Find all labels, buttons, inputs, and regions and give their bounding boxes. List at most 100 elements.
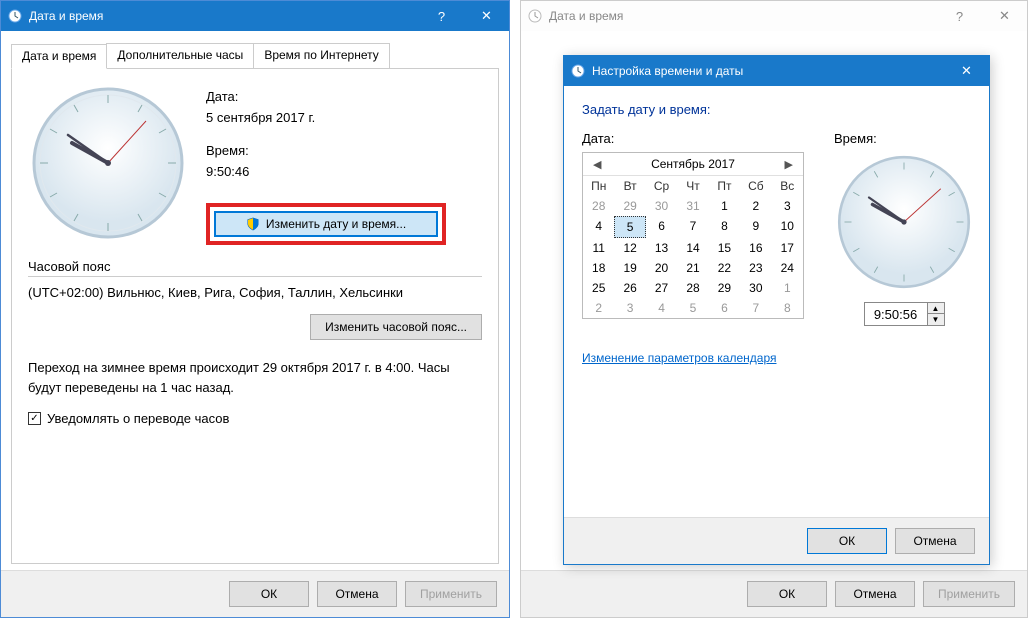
checkbox-icon[interactable]: ✓	[28, 412, 41, 425]
notify-checkbox-label: Уведомлять о переводе часов	[47, 411, 229, 426]
close-button[interactable]: ✕	[944, 56, 989, 86]
calendar-day[interactable]: 1	[709, 196, 740, 216]
change-timezone-button[interactable]: Изменить часовой пояс...	[310, 314, 482, 340]
calendar-day[interactable]: 25	[583, 278, 614, 298]
calendar-day[interactable]: 27	[646, 278, 677, 298]
spin-up-button[interactable]: ▲	[928, 303, 944, 314]
calendar-dow: Вт	[614, 176, 645, 196]
calendar-day[interactable]: 3	[772, 196, 803, 216]
calendar-day[interactable]: 15	[709, 238, 740, 258]
next-month-button[interactable]: ▶	[781, 158, 797, 171]
help-button[interactable]: ?	[937, 1, 982, 31]
cancel-button[interactable]: Отмена	[317, 581, 397, 607]
calendar-day[interactable]: 7	[740, 298, 771, 318]
time-column-label: Время:	[834, 131, 877, 146]
calendar-day[interactable]: 18	[583, 258, 614, 278]
dialog-titlebar[interactable]: Настройка времени и даты ✕	[564, 56, 989, 86]
calendar-day[interactable]: 6	[709, 298, 740, 318]
calendar-day[interactable]: 30	[740, 278, 771, 298]
close-button[interactable]: ✕	[982, 1, 1027, 31]
spin-down-button[interactable]: ▼	[928, 314, 944, 325]
calendar-day[interactable]: 9	[740, 216, 771, 238]
calendar-day[interactable]: 26	[614, 278, 645, 298]
datetime-settings-dialog: Настройка времени и даты ✕ Задать дату и…	[563, 55, 990, 565]
dialog-title: Настройка времени и даты	[592, 64, 944, 78]
tab-datetime[interactable]: Дата и время	[11, 44, 107, 69]
datetime-icon	[527, 8, 543, 24]
calendar-day[interactable]: 30	[646, 196, 677, 216]
tab-additional-clocks[interactable]: Дополнительные часы	[106, 43, 254, 68]
calendar-day[interactable]: 23	[740, 258, 771, 278]
time-label: Время:	[206, 143, 446, 158]
date-column-label: Дата:	[582, 131, 804, 146]
calendar-day[interactable]: 6	[646, 216, 677, 238]
cancel-button[interactable]: Отмена	[895, 528, 975, 554]
calendar-day[interactable]: 19	[614, 258, 645, 278]
timezone-section-label: Часовой пояс	[28, 259, 482, 277]
calendar-day[interactable]: 28	[583, 196, 614, 216]
cancel-button[interactable]: Отмена	[835, 581, 915, 607]
window-title: Дата и время	[29, 9, 419, 23]
calendar-day[interactable]: 24	[772, 258, 803, 278]
calendar-day[interactable]: 14	[677, 238, 708, 258]
calendar-dow: Сб	[740, 176, 771, 196]
calendar-day[interactable]: 13	[646, 238, 677, 258]
change-datetime-label: Изменить дату и время...	[266, 217, 406, 231]
calendar-day[interactable]: 29	[614, 196, 645, 216]
calendar-day[interactable]: 21	[677, 258, 708, 278]
dst-message: Переход на зимнее время происходит 29 ок…	[28, 358, 482, 397]
calendar-day[interactable]: 3	[614, 298, 645, 318]
client-area: Дата и время Дополнительные часы Время п…	[1, 31, 509, 570]
ok-button[interactable]: ОК	[807, 528, 887, 554]
titlebar[interactable]: Дата и время ? ✕	[1, 1, 509, 31]
ok-button[interactable]: ОК	[747, 581, 827, 607]
calendar-settings-link[interactable]: Изменение параметров календаря	[582, 351, 777, 365]
calendar-day[interactable]: 8	[709, 216, 740, 238]
calendar-day[interactable]: 11	[583, 238, 614, 258]
calendar-day[interactable]: 28	[677, 278, 708, 298]
calendar-dow: Вс	[772, 176, 803, 196]
calendar-day[interactable]: 20	[646, 258, 677, 278]
calendar-day[interactable]: 10	[772, 216, 803, 238]
time-spinner[interactable]: ▲ ▼	[864, 302, 945, 326]
titlebar[interactable]: Дата и время ? ✕	[521, 1, 1027, 31]
tabs-row: Дата и время Дополнительные часы Время п…	[11, 43, 499, 69]
calendar-day-selected[interactable]: 5	[614, 216, 645, 238]
calendar-day[interactable]: 1	[772, 278, 803, 298]
calendar-day[interactable]: 5	[677, 298, 708, 318]
calendar-day[interactable]: 22	[709, 258, 740, 278]
calendar-day[interactable]: 29	[709, 278, 740, 298]
window-title: Дата и время	[549, 9, 937, 23]
calendar-day[interactable]: 12	[614, 238, 645, 258]
calendar[interactable]: ◀ Сентябрь 2017 ▶ ПнВтСрЧтПтСбВс28293031…	[582, 152, 804, 319]
change-datetime-button[interactable]: Изменить дату и время...	[214, 211, 438, 237]
calendar-day[interactable]: 16	[740, 238, 771, 258]
analog-clock	[28, 83, 188, 243]
notify-checkbox-row[interactable]: ✓ Уведомлять о переводе часов	[28, 411, 482, 426]
footer-buttons: ОК Отмена Применить	[1, 570, 509, 617]
calendar-month-label: Сентябрь 2017	[651, 157, 735, 171]
prev-month-button[interactable]: ◀	[589, 158, 605, 171]
apply-button[interactable]: Применить	[405, 581, 497, 607]
calendar-day[interactable]: 7	[677, 216, 708, 238]
time-input[interactable]	[865, 303, 927, 325]
analog-clock	[834, 152, 974, 292]
calendar-day[interactable]: 4	[583, 216, 614, 238]
datetime-window-1: Дата и время ? ✕ Дата и время Дополнител…	[0, 0, 510, 618]
tab-internet-time[interactable]: Время по Интернету	[253, 43, 389, 68]
close-button[interactable]: ✕	[464, 1, 509, 31]
calendar-dow: Ср	[646, 176, 677, 196]
calendar-day[interactable]: 17	[772, 238, 803, 258]
calendar-day[interactable]: 2	[583, 298, 614, 318]
date-label: Дата:	[206, 89, 446, 104]
calendar-dow: Пн	[583, 176, 614, 196]
calendar-day[interactable]: 31	[677, 196, 708, 216]
help-button[interactable]: ?	[419, 1, 464, 31]
ok-button[interactable]: ОК	[229, 581, 309, 607]
shield-icon	[246, 217, 260, 231]
dialog-footer: ОК Отмена	[564, 517, 989, 564]
calendar-day[interactable]: 8	[772, 298, 803, 318]
calendar-day[interactable]: 2	[740, 196, 771, 216]
apply-button[interactable]: Применить	[923, 581, 1015, 607]
calendar-day[interactable]: 4	[646, 298, 677, 318]
